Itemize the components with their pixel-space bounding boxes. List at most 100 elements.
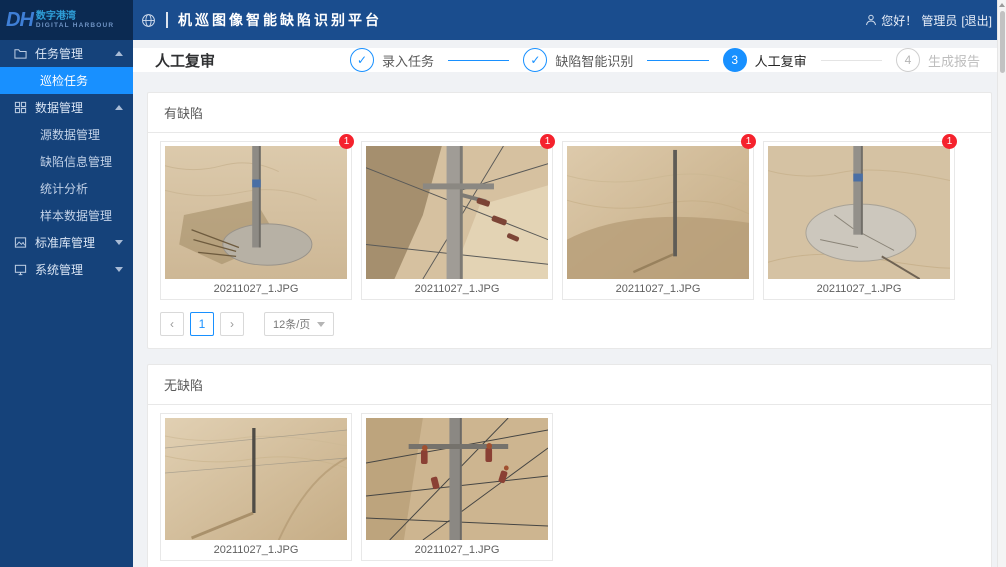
defect-count-badge: 1	[339, 134, 354, 149]
vertical-scrollbar[interactable]	[997, 0, 1006, 567]
defect-image-card[interactable]: 1 2	[361, 141, 553, 300]
chevron-up-icon	[115, 51, 123, 56]
step-generate-report[interactable]: 4 生成报告	[896, 48, 980, 72]
sidebar-group-label: 任务管理	[35, 45, 115, 62]
image-filename: 20211027_1.JPG	[366, 540, 548, 560]
pole-photo	[366, 146, 548, 279]
brand-logo-dh: DH	[6, 10, 33, 30]
globe-icon[interactable]	[141, 13, 156, 28]
sidebar-item-label: 缺陷信息管理	[40, 153, 112, 170]
sidebar-group-data-mgmt[interactable]: 数据管理	[0, 94, 133, 121]
app: DH 数字港湾 DIGITAL HARBOUR 任务管理 巡检任务 数据管理 源…	[0, 0, 1006, 567]
sidebar-group-task-mgmt[interactable]: 任务管理	[0, 40, 133, 67]
pole-photo	[366, 418, 548, 540]
step-label: 人工复审	[755, 51, 807, 70]
platform-title: 机巡图像智能缺陷识别平台	[178, 10, 382, 30]
image-filename: 20211027_1.JPG	[165, 279, 347, 299]
defect-image-card[interactable]: 1	[160, 141, 352, 300]
brand-logo[interactable]: DH 数字港湾 DIGITAL HARBOUR	[0, 0, 133, 40]
pole-photo	[567, 146, 749, 279]
folder-icon	[14, 47, 27, 60]
sidebar-item-label: 源数据管理	[40, 126, 100, 143]
sidebar-item-label: 统计分析	[40, 180, 88, 197]
brand-name-cn: 数字港湾	[36, 11, 114, 22]
next-page-button[interactable]: ›	[220, 312, 244, 336]
step-ai-recognition[interactable]: ✓ 缺陷智能识别	[523, 48, 633, 72]
no-defect-panel: 无缺陷	[147, 364, 992, 567]
wizard-steps: ✓ 录入任务 ✓ 缺陷智能识别 3 人工复审 4	[350, 48, 980, 72]
image-filename: 20211027_1.JPG	[366, 279, 548, 299]
no-defect-card-list: 20211027_1.JPG	[160, 413, 979, 561]
step-number: 3	[723, 48, 747, 72]
sidebar-item-label: 样本数据管理	[40, 207, 112, 224]
defect-count-badge: 1	[741, 134, 756, 149]
step-check-icon: ✓	[523, 48, 547, 72]
no-defect-image-card[interactable]: 20211027_1.JPG	[160, 413, 352, 561]
step-connector	[448, 60, 509, 61]
sidebar-item-patrol-task[interactable]: 巡检任务	[0, 67, 133, 94]
chevron-up-icon	[115, 105, 123, 110]
pagination: ‹ 1 › 12条/页	[160, 312, 979, 336]
defect-panel-body: 1	[148, 133, 991, 348]
image-filename: 20211027_1.JPG	[567, 279, 749, 299]
chevron-down-icon	[317, 322, 325, 327]
no-defect-panel-body: 20211027_1.JPG	[148, 405, 991, 567]
sidebar-group-label: 系统管理	[35, 261, 115, 278]
logout-link[interactable]: [退出]	[961, 12, 992, 29]
step-check-icon: ✓	[350, 48, 374, 72]
image-filename: 20211027_1.JPG	[165, 540, 347, 560]
defect-image-card[interactable]: 1 2	[763, 141, 955, 300]
sidebar: DH 数字港湾 DIGITAL HARBOUR 任务管理 巡检任务 数据管理 源…	[0, 0, 133, 567]
step-enter-task[interactable]: ✓ 录入任务	[350, 48, 434, 72]
top-header: 机巡图像智能缺陷识别平台 您好！ 管理员 [退出]	[133, 0, 1006, 40]
page-size-select[interactable]: 12条/页	[264, 312, 334, 336]
step-label: 录入任务	[382, 51, 434, 70]
monitor-icon	[14, 263, 27, 276]
greeting-text: 您好！	[881, 12, 917, 29]
sidebar-group-standard-lib[interactable]: 标准库管理	[0, 229, 133, 256]
user-icon	[865, 14, 877, 26]
pole-photo	[768, 146, 950, 279]
username: 管理员	[921, 12, 957, 29]
sidebar-nav: 任务管理 巡检任务 数据管理 源数据管理 缺陷信息管理 统计分析 样本数据管理	[0, 40, 133, 283]
chevron-down-icon	[115, 267, 123, 272]
sidebar-group-label: 数据管理	[35, 99, 115, 116]
title-divider	[166, 12, 168, 28]
page-header: 人工复审 ✓ 录入任务 ✓ 缺陷智能识别 3 人工复审	[133, 48, 1006, 72]
defect-panel: 有缺陷 1	[147, 92, 992, 349]
sidebar-item-source-data[interactable]: 源数据管理	[0, 121, 133, 148]
page-title: 人工复审	[155, 50, 215, 71]
no-defect-panel-title: 无缺陷	[148, 365, 991, 405]
defect-panel-title: 有缺陷	[148, 93, 991, 133]
defect-image-card[interactable]: 1 20211027_1.JPG	[562, 141, 754, 300]
sidebar-item-label: 巡检任务	[40, 72, 88, 89]
step-connector	[647, 60, 708, 61]
scrollbar-thumb[interactable]	[1000, 11, 1005, 73]
step-label: 生成报告	[928, 51, 980, 70]
sidebar-item-defect-info[interactable]: 缺陷信息管理	[0, 148, 133, 175]
brand-name-en: DIGITAL HARBOUR	[36, 22, 114, 30]
scroll-up-icon[interactable]	[999, 3, 1005, 7]
defect-count-badge: 1	[942, 134, 957, 149]
pole-photo	[165, 146, 347, 279]
step-connector	[821, 60, 882, 61]
user-area: 您好！ 管理员 [退出]	[865, 12, 992, 29]
no-defect-image-card[interactable]: 20211027_1.JPG	[361, 413, 553, 561]
sidebar-item-sample-data[interactable]: 样本数据管理	[0, 202, 133, 229]
sidebar-group-system-mgmt[interactable]: 系统管理	[0, 256, 133, 283]
prev-page-button[interactable]: ‹	[160, 312, 184, 336]
step-manual-review[interactable]: 3 人工复审	[723, 48, 807, 72]
page-number-button[interactable]: 1	[190, 312, 214, 336]
sidebar-item-statistics[interactable]: 统计分析	[0, 175, 133, 202]
step-label: 缺陷智能识别	[555, 51, 633, 70]
pole-photo	[165, 418, 347, 540]
sidebar-group-label: 标准库管理	[35, 234, 115, 251]
page-size-value: 12条/页	[273, 316, 310, 332]
step-number: 4	[896, 48, 920, 72]
main-area: 人工复审 ✓ 录入任务 ✓ 缺陷智能识别 3 人工复审	[133, 40, 1006, 567]
defect-count-badge: 1	[540, 134, 555, 149]
image-filename: 20211027_1.JPG	[768, 279, 950, 299]
content-column: 机巡图像智能缺陷识别平台 您好！ 管理员 [退出] 人工复审 ✓ 录入任务	[133, 0, 1006, 567]
grid-icon	[14, 101, 27, 114]
chevron-down-icon	[115, 240, 123, 245]
